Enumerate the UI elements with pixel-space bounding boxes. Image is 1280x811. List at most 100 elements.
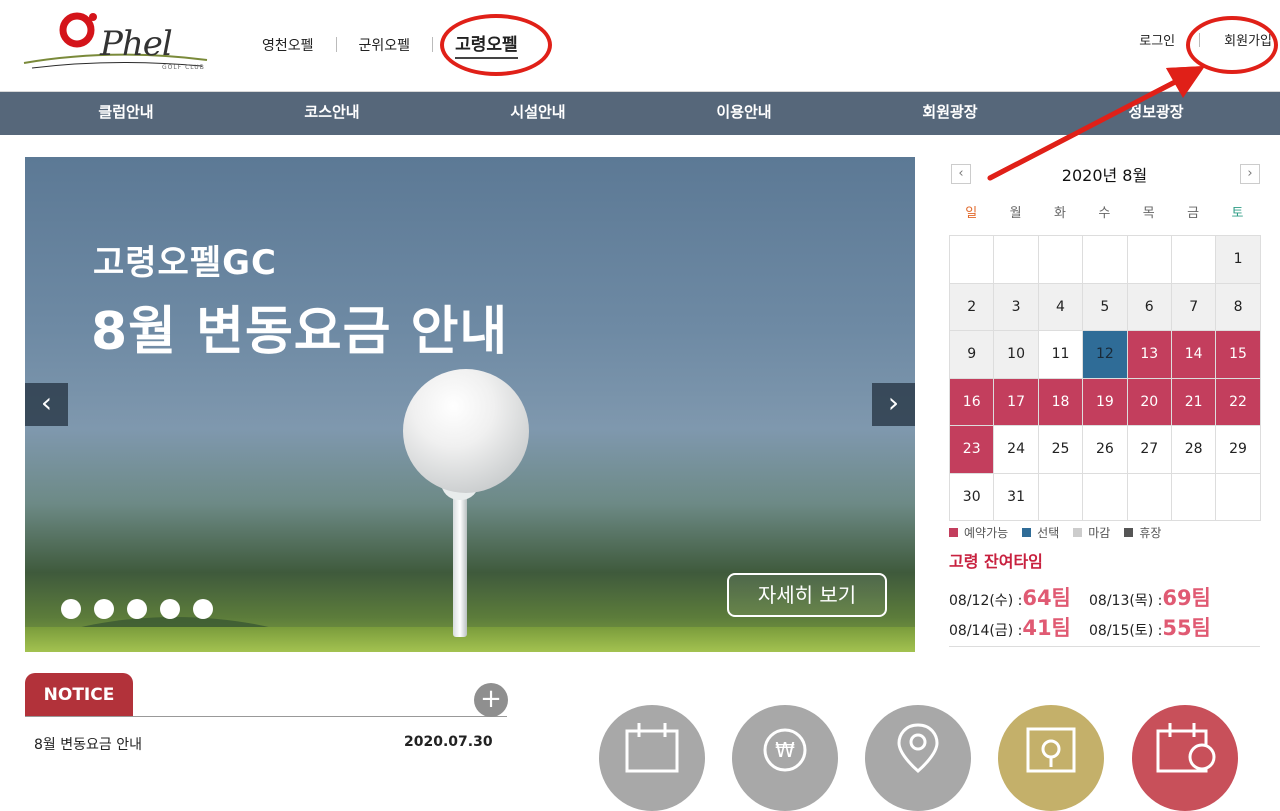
grass <box>25 627 915 652</box>
remaining-count: 69팀 <box>1162 586 1211 610</box>
banner-dot[interactable] <box>193 599 213 619</box>
banner-dot[interactable] <box>94 599 114 619</box>
banner-dot[interactable] <box>61 599 81 619</box>
calendar-day-12[interactable]: 12 <box>1083 331 1128 379</box>
notice-item-date: 2020.07.30 <box>404 734 493 750</box>
calendar-prev-button[interactable]: ‹ <box>951 164 971 184</box>
calendar-next-button[interactable]: › <box>1240 164 1260 184</box>
login-link[interactable]: 로그인 <box>1139 30 1175 49</box>
remaining-date: 08/12(수) : <box>949 593 1023 609</box>
calendar-weekday: 토 <box>1231 206 1244 221</box>
calendar-day-9[interactable]: 9 <box>950 331 995 379</box>
calendar-empty-cell <box>1083 236 1128 284</box>
calendar-day-1[interactable]: 1 <box>1216 236 1261 284</box>
logo-text: Phel <box>100 24 173 64</box>
nav-usage[interactable]: 이용안내 <box>641 92 847 135</box>
calendar-day-2[interactable]: 2 <box>950 283 995 331</box>
remaining-item[interactable]: 08/13(목) :69팀 <box>1089 582 1211 612</box>
banner-pagination <box>61 599 226 619</box>
legend-available: 예약가능 <box>949 524 1008 541</box>
calendar-day-26[interactable]: 26 <box>1083 426 1128 474</box>
legend-label: 마감 <box>1088 526 1111 540</box>
legend-holiday: 휴장 <box>1124 524 1161 541</box>
nav-club[interactable]: 클럽안내 <box>23 92 229 135</box>
calendar-day-31[interactable]: 31 <box>994 473 1039 521</box>
calendar-day-28[interactable]: 28 <box>1171 426 1217 474</box>
calendar-day-15[interactable]: 15 <box>1216 331 1261 379</box>
calendar-day-27[interactable]: 27 <box>1127 426 1172 474</box>
calendar-day-17[interactable]: 17 <box>994 378 1039 426</box>
calendar-day-24[interactable]: 24 <box>994 426 1039 474</box>
calendar-day-4[interactable]: 4 <box>1038 283 1084 331</box>
view-details-button[interactable]: 자세히 보기 <box>727 573 887 617</box>
calendar-day-5[interactable]: 5 <box>1083 283 1128 331</box>
calendar-day-3[interactable]: 3 <box>994 283 1039 331</box>
quick-fee-button[interactable]: ₩ <box>732 705 838 811</box>
notice-tab[interactable]: NOTICE <box>25 673 133 717</box>
calendar-day-20[interactable]: 20 <box>1127 378 1172 426</box>
notice-item-title[interactable]: 8월 변동요금 안내 <box>34 734 142 754</box>
calendar-weekday: 월 <box>1009 206 1022 221</box>
tab-yeongcheon[interactable]: 영천오펠 <box>240 35 336 55</box>
calendar-day-30[interactable]: 30 <box>950 473 995 521</box>
calendar-day-13[interactable]: 13 <box>1127 331 1172 379</box>
calendar-icon <box>625 723 679 773</box>
calendar-weekday: 목 <box>1142 206 1155 221</box>
remaining-item[interactable]: 08/12(수) :64팀 <box>949 582 1071 612</box>
legend-selected: 선택 <box>1022 524 1059 541</box>
calendar-day-18[interactable]: 18 <box>1038 378 1084 426</box>
calendar-day-16[interactable]: 16 <box>950 378 995 426</box>
calendar-grid: 1 2 3 4 5 6 7 8 9 10 11 12 13 14 15 16 17 18 19 20 21 22 23 24 2… <box>949 235 1261 521</box>
calendar-empty-cell <box>1171 236 1217 284</box>
calendar-weekdays: 일월화수목금토 <box>949 202 1260 221</box>
remaining-count: 64팀 <box>1022 586 1071 610</box>
quick-reservation-button[interactable] <box>599 705 705 811</box>
notice-more-button[interactable]: + <box>474 683 508 717</box>
calendar-empty-cell <box>1127 236 1172 284</box>
calendar-day-14[interactable]: 14 <box>1171 331 1217 379</box>
banner-dot[interactable] <box>160 599 180 619</box>
nav-facility[interactable]: 시설안내 <box>435 92 641 135</box>
divider <box>949 646 1260 647</box>
calendar-day-19[interactable]: 19 <box>1083 378 1128 426</box>
calendar-header: 2020년 8월 ‹ › <box>949 162 1260 186</box>
legend-swatch <box>1073 528 1083 537</box>
quick-schedule-button[interactable] <box>1132 705 1238 811</box>
quick-location-button[interactable] <box>865 705 971 811</box>
calendar-day-10[interactable]: 10 <box>994 331 1039 379</box>
banner-dot[interactable] <box>127 599 147 619</box>
calendar-day-22[interactable]: 22 <box>1216 378 1261 426</box>
legend-label: 휴장 <box>1139 526 1162 540</box>
calendar-day-8[interactable]: 8 <box>1216 283 1261 331</box>
remaining-item[interactable]: 08/15(토) :55팀 <box>1089 612 1211 642</box>
calendar-day-7[interactable]: 7 <box>1171 283 1217 331</box>
banner-next-button[interactable]: › <box>872 383 915 426</box>
legend-swatch <box>1022 528 1032 537</box>
legend-closed: 마감 <box>1073 524 1110 541</box>
calendar-day-23[interactable]: 23 <box>950 426 995 474</box>
legend-swatch <box>1124 528 1134 537</box>
calendar-empty-cell <box>1171 473 1217 521</box>
calendar-day-6[interactable]: 6 <box>1127 283 1172 331</box>
calendar-empty-cell <box>994 236 1039 284</box>
banner-subtitle: 고령오펠GC <box>93 243 277 283</box>
calendar-day-25[interactable]: 25 <box>1038 426 1084 474</box>
site-logo[interactable]: Phel GOLF CLUB <box>22 8 212 78</box>
calendar-empty-cell <box>1038 473 1084 521</box>
banner-prev-button[interactable]: ‹ <box>25 383 68 426</box>
won-icon: ₩ <box>763 728 807 772</box>
remaining-date: 08/13(목) : <box>1089 593 1163 609</box>
calendar-day-11[interactable]: 11 <box>1038 331 1084 379</box>
divider <box>432 37 434 52</box>
hero-banner: 고령오펠GC 8월 변동요금 안내 ‹ › 자세히 보기 <box>25 157 915 652</box>
nav-course[interactable]: 코스안내 <box>229 92 435 135</box>
calendar-day-21[interactable]: 21 <box>1171 378 1217 426</box>
legend-label: 선택 <box>1037 526 1060 540</box>
quick-membership-button[interactable] <box>998 705 1104 811</box>
tab-gunwi[interactable]: 군위오펠 <box>337 35 433 55</box>
calendar-day-29[interactable]: 29 <box>1216 426 1261 474</box>
calendar-empty-cell <box>1216 473 1261 521</box>
golf-ball <box>403 369 529 493</box>
remaining-item[interactable]: 08/14(금) :41팀 <box>949 612 1071 642</box>
golf-tee <box>453 487 467 637</box>
